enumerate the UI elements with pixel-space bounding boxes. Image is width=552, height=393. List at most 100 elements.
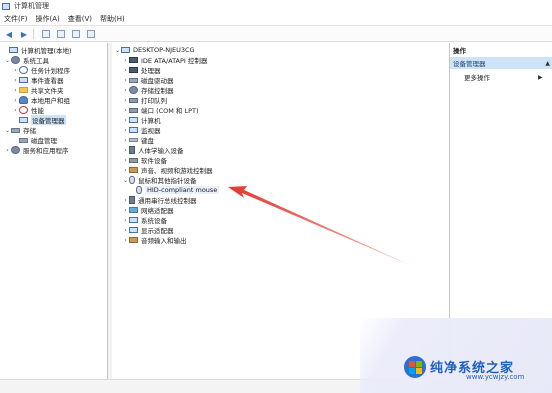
tree-item-label: 设备管理器	[31, 115, 66, 125]
menu-view[interactable]: 查看(V)	[64, 14, 96, 24]
chevron-right-icon[interactable]: ›	[122, 87, 129, 94]
users-icon	[19, 96, 28, 104]
device-category-system[interactable]: › 系统设备	[122, 215, 167, 226]
chevron-right-icon[interactable]: ›	[122, 77, 129, 84]
chevron-right-icon[interactable]: ›	[122, 207, 129, 214]
device-category-monitors[interactable]: › 监视器	[122, 125, 160, 136]
device-category-keyboards[interactable]: › 键盘	[122, 135, 154, 146]
tree-item-disk-management[interactable]: 磁盘管理	[12, 135, 57, 145]
more-actions[interactable]: 更多操作 ▶	[464, 72, 543, 83]
chevron-right-icon[interactable]: ›	[122, 117, 129, 124]
help-icon[interactable]	[70, 29, 82, 39]
chevron-down-icon[interactable]: ⌄	[4, 127, 11, 134]
chevron-right-icon[interactable]: ›	[12, 67, 19, 74]
actions-section-label: 设备管理器	[453, 60, 486, 68]
actions-header: 操作	[453, 47, 466, 55]
tree-item-storage[interactable]: ⌄ 存储	[4, 125, 36, 136]
tree-item-shared-folders[interactable]: › 共享文件夹	[12, 85, 64, 96]
chevron-right-icon[interactable]: ›	[122, 107, 129, 114]
chevron-right-icon[interactable]: ›	[12, 107, 19, 114]
window-title: 计算机管理	[14, 2, 49, 10]
tree-item-system-tools[interactable]: ⌄ 系统工具	[4, 55, 49, 65]
chevron-right-icon[interactable]: ›	[122, 217, 129, 224]
tree-item-label: 共享文件夹	[31, 87, 64, 95]
chevron-right-icon[interactable]: ›	[12, 87, 19, 94]
tree-item-services-apps[interactable]: › 服务和应用程序	[4, 145, 69, 155]
more-actions-label: 更多操作	[464, 74, 490, 82]
tree-item-event-viewer[interactable]: › 事件查看器	[12, 75, 63, 86]
chevron-right-icon[interactable]: ›	[12, 77, 19, 84]
menu-file[interactable]: 文件(F)	[0, 14, 32, 24]
device-manager-icon	[19, 117, 28, 123]
view-icon[interactable]	[85, 29, 97, 39]
device-category-network[interactable]: › 网络适配器	[122, 205, 174, 216]
device-category-label: 处理器	[141, 67, 161, 75]
chevron-down-icon[interactable]: ⌄	[114, 47, 121, 54]
tree-item-computer-management[interactable]: 计算机管理(本地)	[2, 45, 72, 55]
chevron-down-icon[interactable]: ⌄	[122, 177, 129, 184]
storage-icon	[11, 127, 20, 133]
device-category-sound[interactable]: › 声音、视频和游戏控制器	[122, 165, 212, 176]
back-icon[interactable]: ◀	[3, 29, 15, 39]
device-category-print-queues[interactable]: › 打印队列	[122, 95, 167, 106]
system-device-icon	[129, 217, 138, 223]
device-category-hid[interactable]: › 人体学输入设备	[122, 145, 184, 155]
device-category-label: IDE ATA/ATAPI 控制器	[141, 57, 208, 65]
tree-item-label: 服务和应用程序	[23, 147, 69, 155]
device-category-software[interactable]: › 软件设备	[122, 155, 167, 166]
chevron-right-icon[interactable]: ›	[122, 227, 129, 234]
computer-icon	[121, 47, 130, 53]
device-category-label: 打印队列	[141, 97, 167, 105]
chevron-right-icon[interactable]: ›	[122, 67, 129, 74]
forward-icon[interactable]: ▶	[18, 29, 30, 39]
device-category-usb[interactable]: › 通用串行总线控制器	[122, 195, 197, 205]
properties-icon[interactable]	[55, 29, 67, 39]
chevron-right-icon[interactable]: ›	[122, 57, 129, 64]
menu-help[interactable]: 帮助(H)	[96, 14, 129, 24]
tree-item-device-manager[interactable]: 设备管理器	[12, 115, 66, 125]
device-category-processor[interactable]: › 处理器	[122, 65, 161, 76]
tree-item-label: 任务计划程序	[31, 67, 70, 75]
device-category-audio[interactable]: › 音频输入和输出	[122, 235, 186, 246]
menu-bar: 文件(F) 操作(A) 查看(V) 帮助(H)	[0, 12, 552, 26]
tree-item-local-users[interactable]: › 本地用户和组	[12, 95, 70, 105]
chevron-right-icon[interactable]: ›	[122, 237, 129, 244]
device-category-storage-controllers[interactable]: › 存储控制器	[122, 85, 174, 95]
chevron-right-icon[interactable]: ›	[4, 147, 11, 154]
chevron-down-icon[interactable]: ⌄	[4, 57, 11, 64]
tree-item-task-scheduler[interactable]: › 任务计划程序	[12, 65, 70, 75]
expand-right-icon[interactable]: ▶	[538, 74, 543, 81]
actions-device-manager[interactable]: 设备管理器 ▲	[450, 57, 552, 69]
device-category-mice[interactable]: ⌄ 鼠标和其他指针设备	[122, 175, 197, 185]
chevron-right-icon[interactable]: ›	[12, 97, 19, 104]
device-category-ide[interactable]: › IDE ATA/ATAPI 控制器	[122, 55, 208, 66]
device-category-label: 端口 (COM 和 LPT)	[141, 107, 199, 115]
device-category-label: 磁盘驱动器	[141, 77, 174, 85]
computer-icon	[9, 47, 18, 53]
window-titlebar: 计算机管理	[0, 0, 552, 12]
chevron-right-icon[interactable]: ›	[122, 127, 129, 134]
chevron-right-icon[interactable]: ›	[122, 157, 129, 164]
show-hide-tree-icon[interactable]	[40, 29, 52, 39]
chevron-right-icon[interactable]: ›	[122, 147, 129, 154]
windows-logo-icon	[404, 356, 426, 378]
device-hid-compliant-mouse[interactable]: HID-compliant mouse	[136, 185, 220, 195]
tree-item-label: 计算机管理(本地)	[21, 47, 72, 55]
chevron-right-icon[interactable]: ›	[122, 97, 129, 104]
tree-item-performance[interactable]: › 性能	[12, 105, 44, 115]
chevron-right-icon[interactable]: ›	[122, 167, 129, 174]
collapse-up-icon[interactable]: ▲	[545, 60, 550, 67]
chevron-right-icon[interactable]: ›	[122, 137, 129, 144]
device-label: HID-compliant mouse	[145, 186, 220, 194]
device-category-disk-drives[interactable]: › 磁盘驱动器	[122, 75, 174, 86]
ide-controller-icon	[129, 57, 138, 63]
device-category-ports[interactable]: › 端口 (COM 和 LPT)	[122, 105, 199, 116]
device-tree-root[interactable]: ⌄ DESKTOP-NJEU3CG	[114, 45, 195, 55]
watermark: 纯净系统之家 www.ycwjzy.com	[360, 318, 552, 393]
device-category-label: 计算机	[141, 117, 161, 125]
device-category-label: 网络适配器	[141, 207, 174, 215]
chevron-right-icon[interactable]: ›	[122, 197, 129, 204]
device-category-display[interactable]: › 显示适配器	[122, 225, 173, 236]
device-category-computer[interactable]: › 计算机	[122, 115, 161, 126]
menu-action[interactable]: 操作(A)	[32, 14, 64, 24]
